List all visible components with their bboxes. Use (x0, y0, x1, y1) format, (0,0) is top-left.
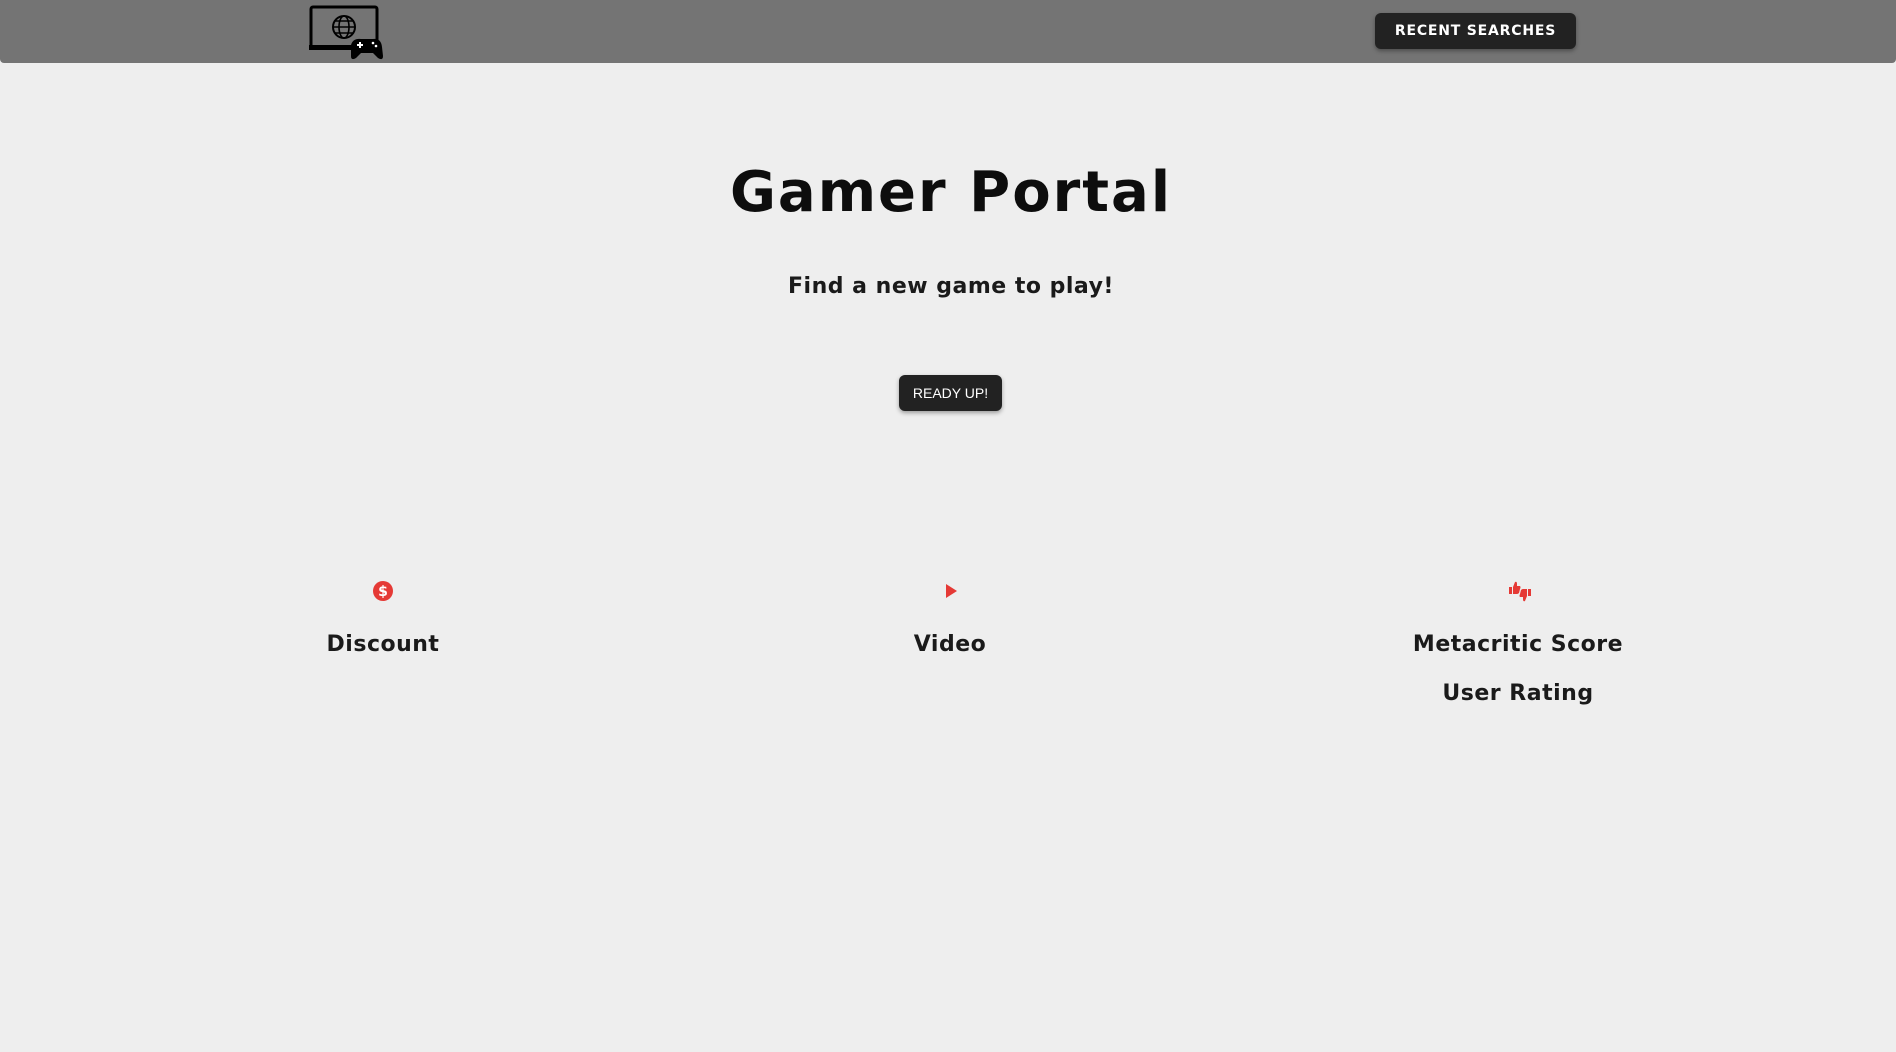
feature-video: Video (750, 580, 1150, 657)
feature-label-discount: Discount (326, 632, 440, 657)
feature-label-user-rating: User Rating (1442, 681, 1594, 706)
page-subtitle: Find a new game to play! (788, 274, 1114, 299)
svg-text:$: $ (378, 584, 388, 600)
feature-rating: Metacritic Score User Rating (1318, 580, 1718, 706)
play-icon (939, 580, 961, 602)
feature-label-video: Video (913, 632, 987, 657)
feature-label-metacritic: Metacritic Score (1412, 632, 1624, 657)
page-title: Gamer Portal (729, 160, 1173, 225)
recent-searches-button[interactable]: RECENT SEARCHES (1375, 13, 1576, 49)
ready-up-button[interactable]: READY UP! (899, 375, 1002, 411)
dollar-circle-icon: $ (372, 580, 394, 602)
monitor-globe-controller-icon[interactable] (309, 5, 385, 63)
feature-discount: $ Discount (183, 580, 583, 657)
top-navbar: RECENT SEARCHES (0, 0, 1896, 63)
thumbs-up-down-icon (1507, 580, 1531, 602)
